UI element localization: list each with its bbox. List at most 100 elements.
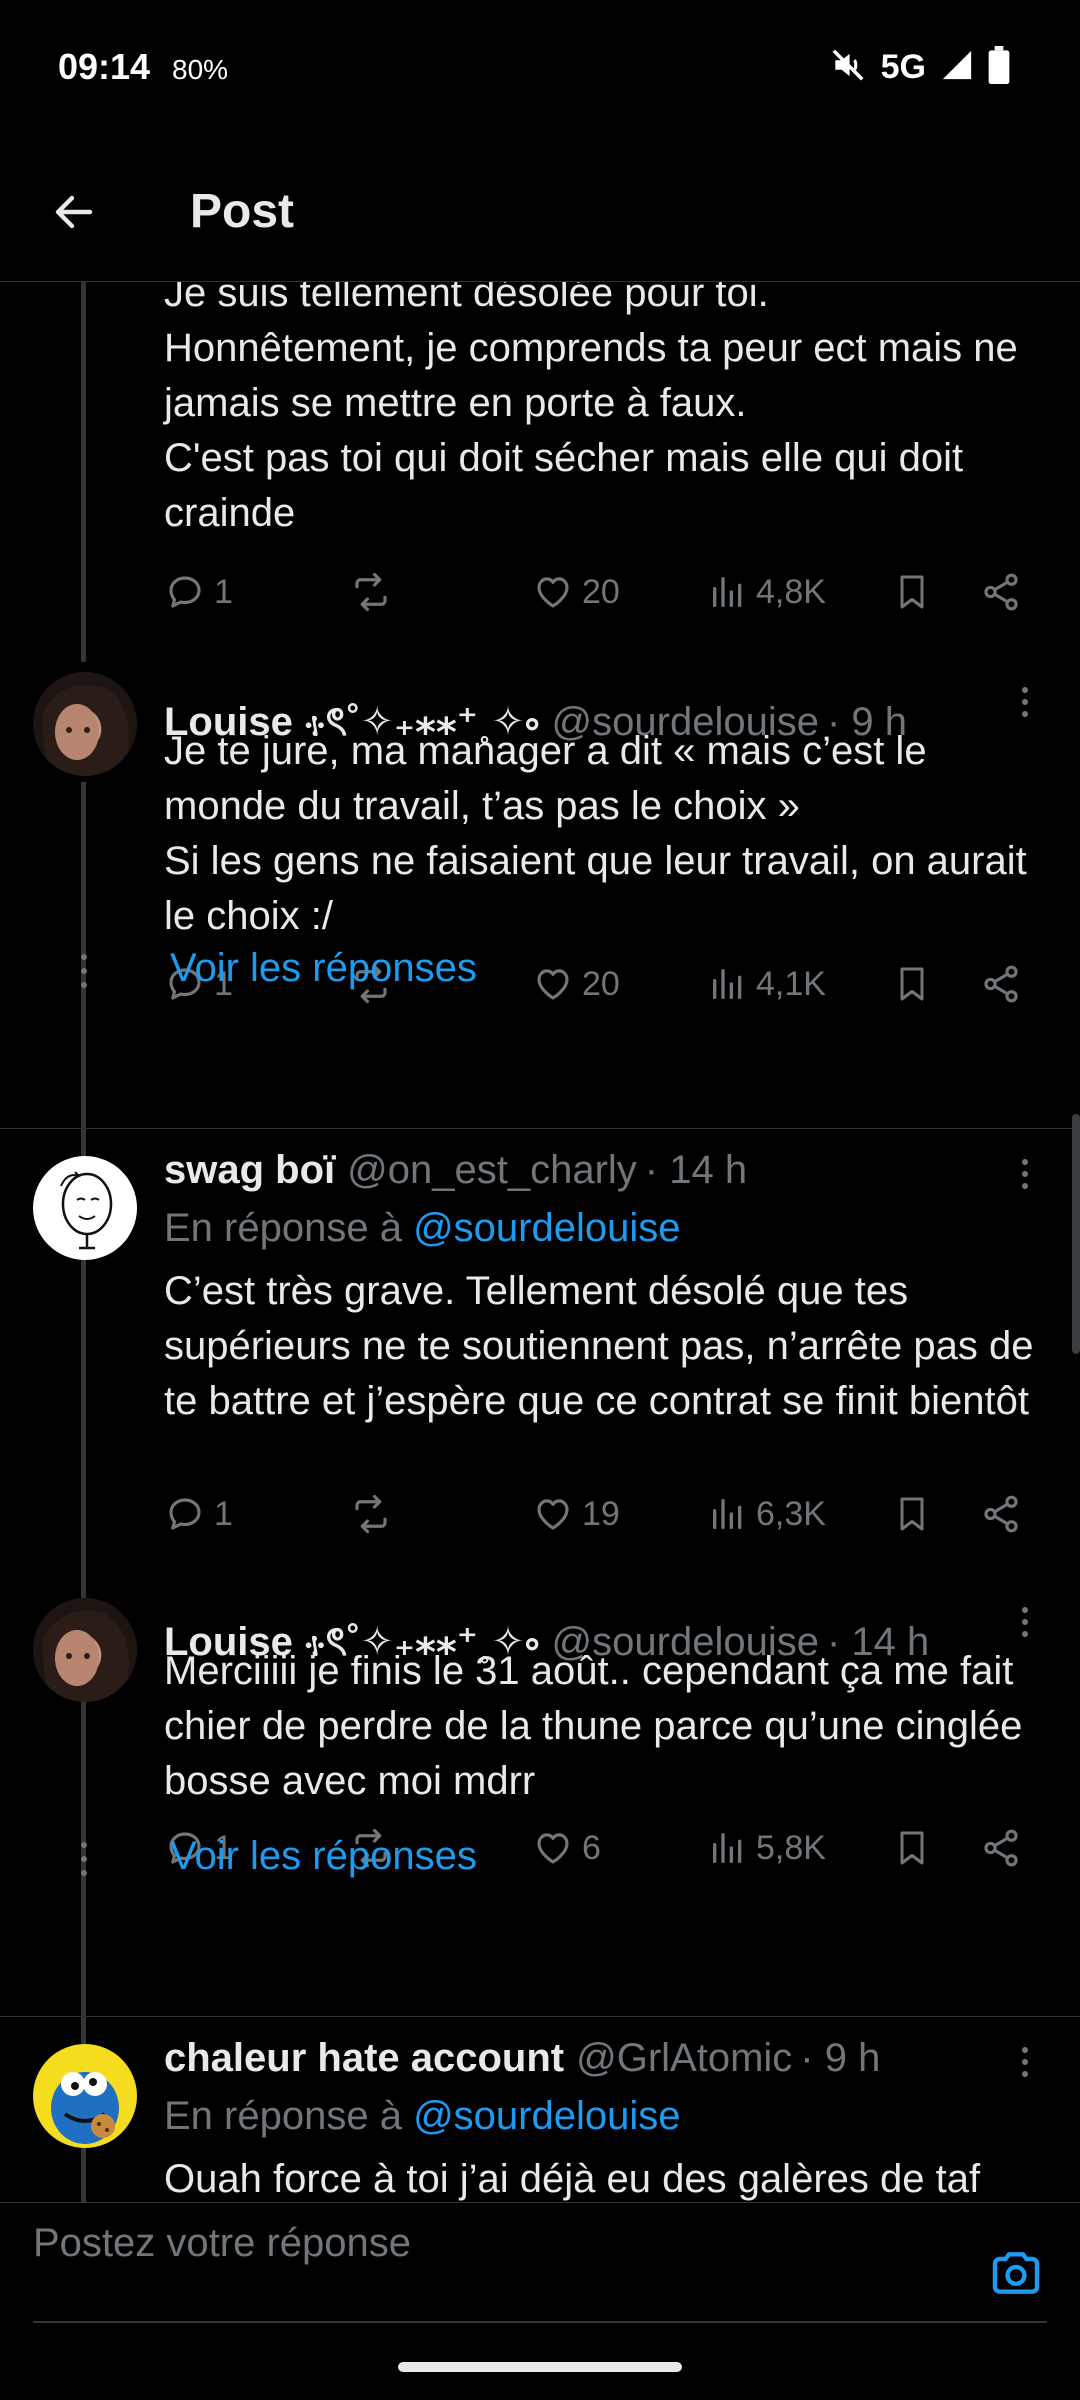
reply-input[interactable]: Postez votre réponse — [33, 2221, 411, 2266]
tweet-text: Ouah force à toi j’ai déjà eu des galère… — [164, 2157, 981, 2201]
share-icon — [984, 1495, 1018, 1533]
reply-context: En réponse à @sourdelouise — [164, 1206, 681, 1251]
bookmark-button[interactable] — [892, 1484, 932, 1544]
views-button[interactable]: 4,1K — [708, 954, 826, 1014]
avatar[interactable] — [33, 1598, 137, 1702]
view-count: 4,1K — [756, 964, 826, 1003]
more-options-icon[interactable] — [1010, 1602, 1040, 1642]
views-button[interactable]: 4,8K — [708, 562, 826, 622]
mention-link[interactable]: @sourdelouise — [413, 2094, 680, 2138]
bookmark-icon — [900, 1831, 924, 1865]
more-options-icon[interactable] — [1010, 1154, 1040, 1194]
conversation-feed[interactable]: Je suis tellement désolée pour toi. Honn… — [0, 282, 1080, 2202]
views-icon — [713, 577, 742, 607]
author-handle[interactable]: @GrlAtomic — [576, 2036, 792, 2081]
views-icon — [713, 1833, 742, 1863]
bookmark-button[interactable] — [892, 1818, 932, 1878]
like-count: 6 — [582, 1828, 601, 1867]
tweet-header: chaleur hate account @GrlAtomic · 9 h — [164, 2036, 1040, 2081]
heart-icon — [537, 1499, 569, 1530]
like-button[interactable]: 6 — [532, 1818, 601, 1878]
like-button[interactable]: 19 — [532, 1484, 620, 1544]
bookmark-button[interactable] — [892, 562, 932, 622]
reply-icon — [169, 1498, 201, 1530]
thread-gap-dots — [80, 1842, 88, 1876]
share-button[interactable] — [980, 1484, 1022, 1544]
camera-button[interactable] — [988, 2245, 1044, 2301]
like-count: 19 — [582, 1494, 620, 1533]
scrollbar[interactable] — [1072, 1114, 1080, 1354]
like-button[interactable]: 20 — [532, 562, 620, 622]
mention-link[interactable]: @sourdelouise — [413, 1206, 680, 1250]
avatar[interactable] — [33, 2044, 137, 2148]
like-button[interactable]: 20 — [532, 954, 620, 1014]
like-count: 20 — [582, 572, 620, 611]
repost-button[interactable] — [348, 562, 394, 622]
bookmark-icon — [900, 967, 924, 1001]
views-button[interactable]: 5,8K — [708, 1818, 826, 1878]
bookmark-icon — [900, 1497, 924, 1531]
more-options-icon[interactable] — [1010, 682, 1040, 722]
tweet-text: Je suis tellement désolée pour toi. Honn… — [164, 282, 1018, 535]
reply-button[interactable]: 1 — [164, 1484, 233, 1544]
heart-icon — [537, 969, 569, 1000]
divider — [0, 2016, 1080, 2017]
tweet-text: Merciiiii je finis le 31 août.. cependan… — [164, 1649, 1023, 1803]
views-button[interactable]: 6,3K — [708, 1484, 826, 1544]
tweet-text: C’est très grave. Tellement désolé que t… — [164, 1269, 1034, 1423]
page-title: Post — [190, 185, 295, 238]
show-replies-link[interactable]: Voir les réponses — [170, 1834, 477, 1879]
mute-icon — [829, 46, 867, 89]
share-icon — [984, 573, 1018, 611]
reply-composer: Postez votre réponse — [0, 2202, 1080, 2332]
status-icons: 5G — [829, 46, 1010, 89]
repost-icon — [355, 572, 387, 612]
share-icon — [984, 965, 1018, 1003]
tweet-text: Je te jure, ma manager a dit « mais c’es… — [164, 729, 1027, 938]
view-count: 4,8K — [756, 572, 826, 611]
reply-button[interactable]: 1 — [164, 562, 233, 622]
show-replies-link[interactable]: Voir les réponses — [170, 946, 477, 991]
author-handle[interactable]: @on_est_charly — [347, 1148, 637, 1193]
share-icon — [984, 1829, 1018, 1867]
thread-line — [81, 282, 86, 662]
tweet-header: swag boï @on_est_charly · 14 h — [164, 1148, 1040, 1193]
view-count: 5,8K — [756, 1828, 826, 1867]
reply-count: 1 — [214, 1494, 233, 1533]
status-time: 09:14 — [58, 46, 151, 87]
bookmark-icon — [900, 575, 924, 609]
tweet-actions: 1 20 4,8K — [164, 562, 1044, 622]
tweet-actions: 1 19 6,3K — [164, 1484, 1044, 1544]
author-name[interactable]: swag boï — [164, 1148, 335, 1193]
back-arrow-icon — [55, 195, 93, 229]
heart-icon — [537, 577, 569, 608]
reply-context: En réponse à @sourdelouise — [164, 2094, 681, 2139]
reply-icon — [169, 576, 201, 608]
repost-icon — [355, 1494, 387, 1534]
home-indicator[interactable] — [398, 2362, 682, 2372]
repost-button[interactable] — [348, 1484, 394, 1544]
camera-icon — [992, 2252, 1040, 2294]
author-name[interactable]: chaleur hate account — [164, 2036, 564, 2081]
status-bar: 09:14 80% 5G — [0, 0, 1080, 140]
input-underline — [33, 2321, 1047, 2323]
share-button[interactable] — [980, 562, 1022, 622]
bookmark-button[interactable] — [892, 954, 932, 1014]
status-battery-percent: 80% — [172, 54, 229, 85]
reply-prefix: En réponse à — [164, 1206, 402, 1250]
reply-count: 1 — [214, 572, 233, 611]
views-icon — [713, 969, 742, 999]
view-count: 6,3K — [756, 1494, 826, 1533]
avatar[interactable] — [33, 1156, 137, 1260]
avatar[interactable] — [33, 672, 137, 776]
back-button[interactable] — [44, 182, 104, 242]
reply-prefix: En réponse à — [164, 2094, 402, 2138]
network-type: 5G — [880, 48, 926, 86]
top-app-bar: Post — [0, 140, 1080, 282]
like-count: 20 — [582, 964, 620, 1003]
tweet-time: · 9 h — [800, 2036, 881, 2080]
share-button[interactable] — [980, 954, 1022, 1014]
share-button[interactable] — [980, 1818, 1022, 1878]
more-options-icon[interactable] — [1010, 2042, 1040, 2082]
views-icon — [713, 1499, 742, 1529]
